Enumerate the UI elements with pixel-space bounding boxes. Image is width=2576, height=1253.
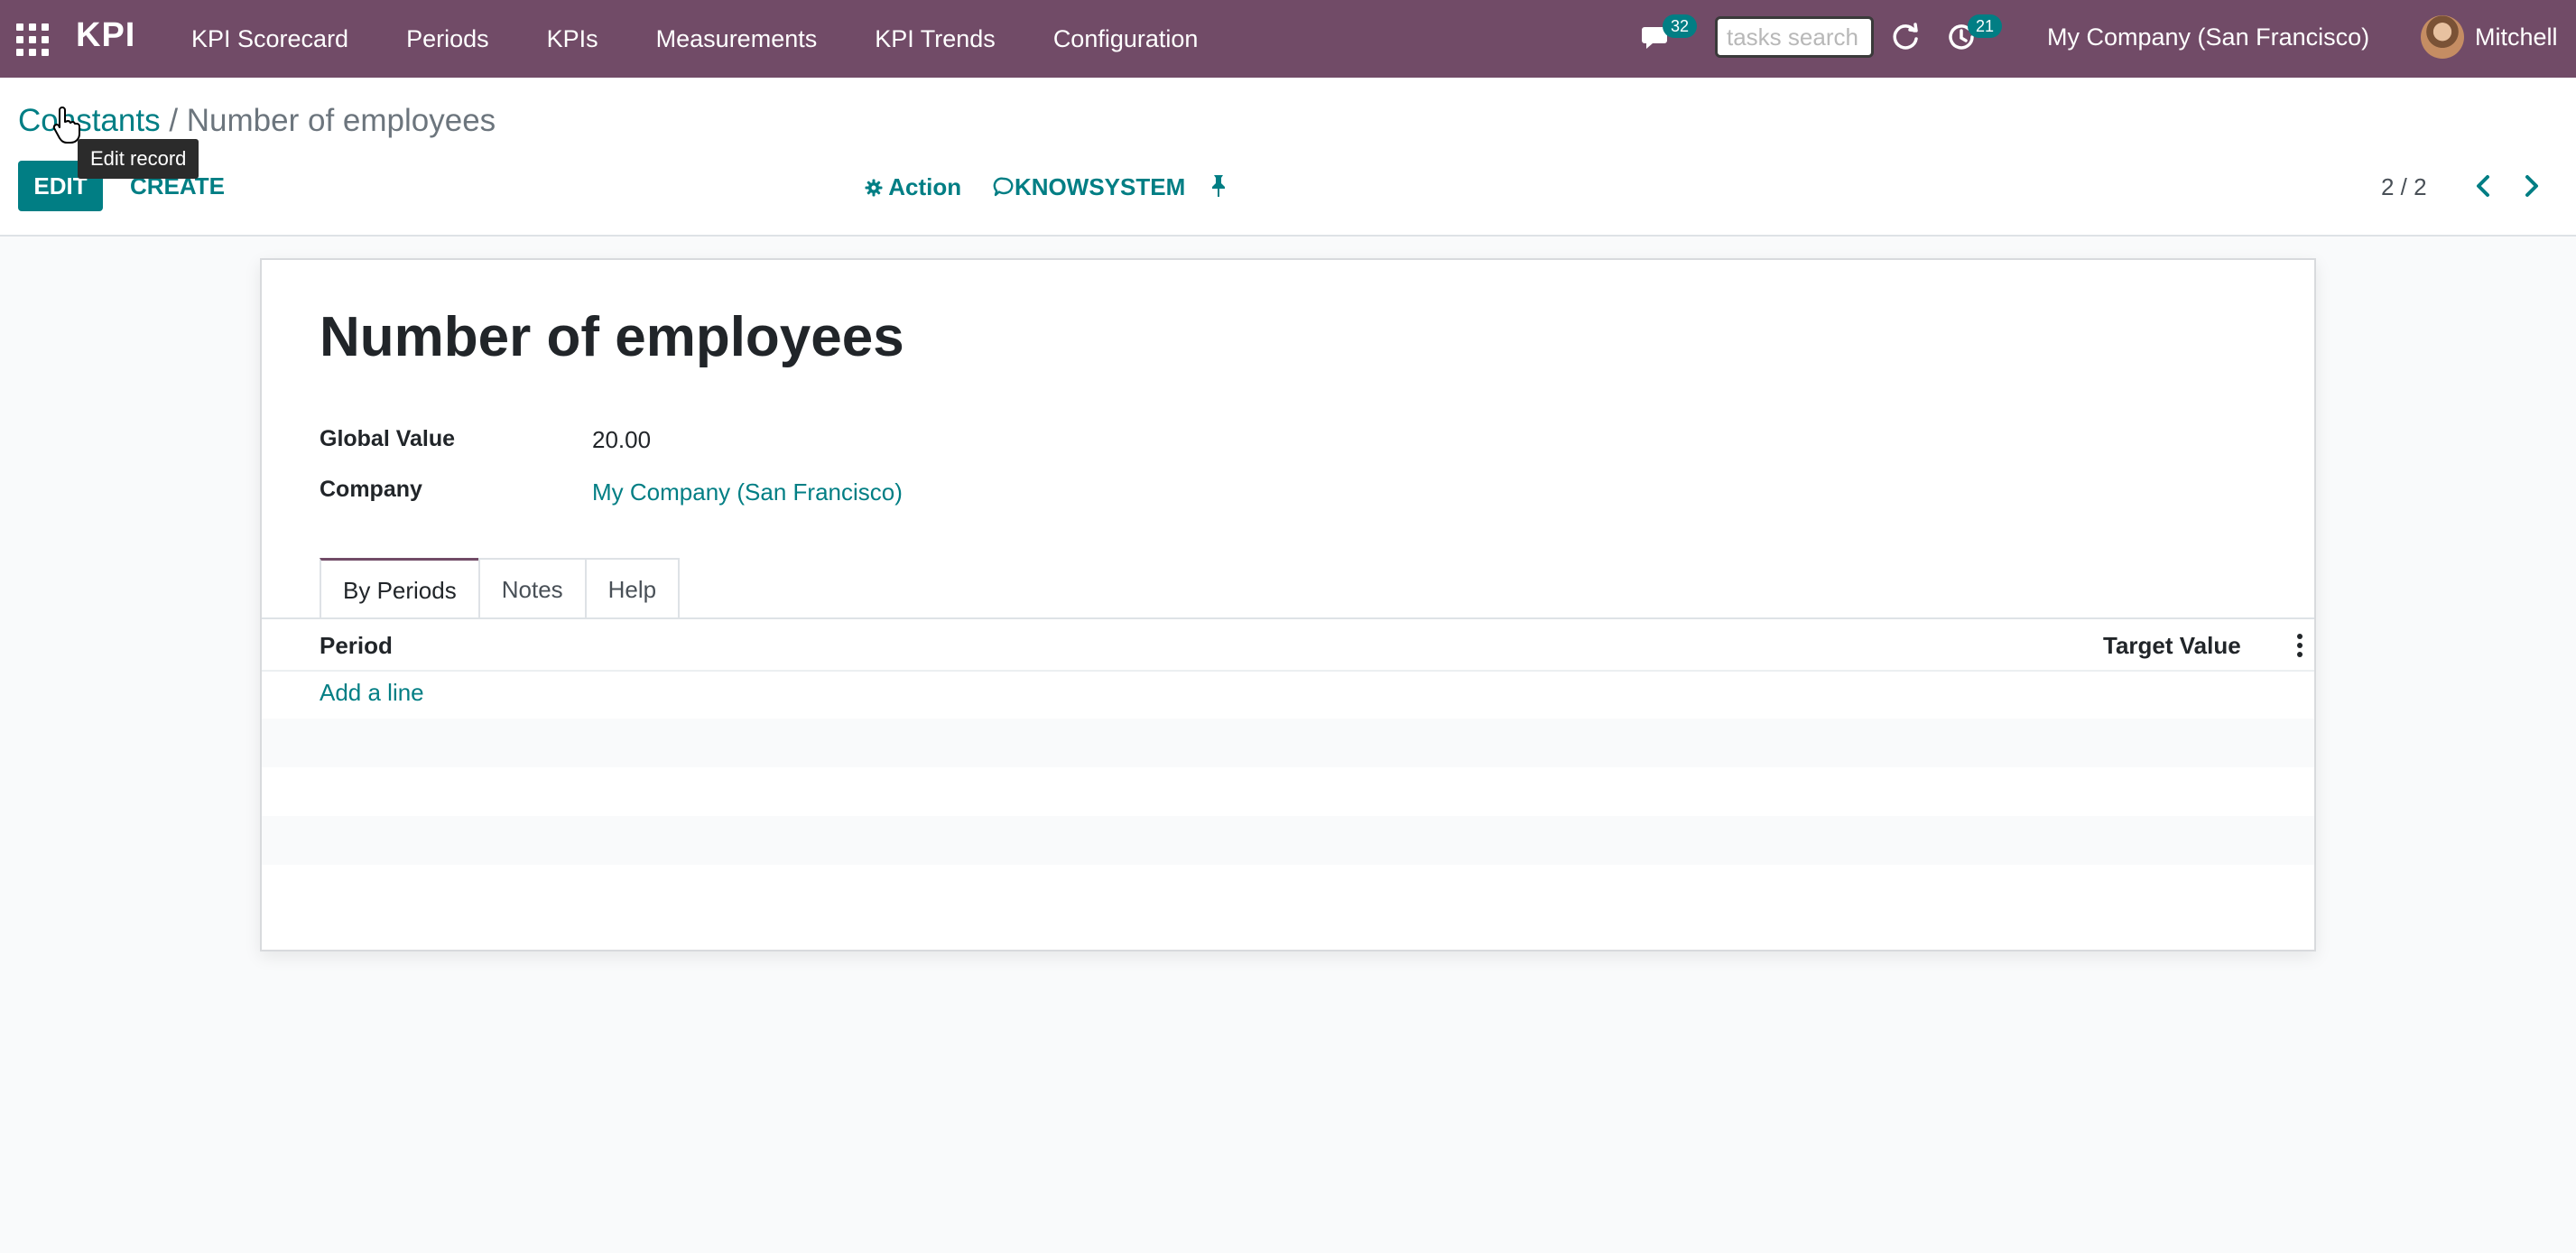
chevron-right-icon[interactable] (2520, 172, 2544, 200)
action-label: Action (888, 173, 962, 200)
notebook-tabs: By Periods Notes Help (320, 558, 681, 619)
knowsystem-label: KNOWSYSTEM (1015, 173, 1186, 200)
optional-columns-icon[interactable] (2296, 634, 2303, 657)
messages-count-badge: 32 (1663, 14, 1698, 38)
user-avatar[interactable] (2421, 15, 2464, 59)
gear-icon (865, 179, 883, 197)
breadcrumb: Constants / Number of employees (18, 103, 496, 139)
menu-item-configuration[interactable]: Configuration (1053, 25, 1199, 53)
top-navbar: KPI KPI Scorecard Periods KPIs Measureme… (0, 0, 2576, 78)
hand-cursor-icon (52, 107, 80, 144)
global-value-label: Global Value (320, 426, 456, 451)
breadcrumb-separator: / (160, 103, 187, 138)
company-switcher[interactable]: My Company (San Francisco) (2047, 23, 2369, 51)
company-label: Company (320, 477, 422, 502)
form-sheet: Number of employees Global Value 20.00 C… (260, 258, 2316, 951)
app-brand[interactable]: KPI (76, 16, 135, 55)
knowsystem-chat-icon (993, 177, 1014, 197)
knowsystem-button[interactable]: KNOWSYSTEM (993, 173, 1185, 201)
menu-item-periods[interactable]: Periods (406, 25, 489, 53)
edit-tooltip: Edit record (78, 139, 199, 179)
list-header: Period Target Value (262, 619, 2314, 672)
pager-value[interactable]: 2 / 2 (2381, 173, 2427, 201)
refresh-icon[interactable] (1890, 22, 1921, 52)
tab-help[interactable]: Help (584, 558, 681, 617)
list-row-empty (262, 719, 2314, 767)
activities-count-badge: 21 (1968, 14, 2003, 38)
menu-item-kpis[interactable]: KPIs (547, 25, 598, 53)
tab-by-periods[interactable]: By Periods (320, 558, 480, 619)
record-title: Number of employees (320, 306, 904, 368)
global-value-field: 20.00 (592, 426, 652, 453)
main-menu: KPI Scorecard Periods KPIs Measurements … (191, 0, 1256, 78)
column-header-target-value[interactable]: Target Value (2103, 632, 2241, 660)
breadcrumb-parent[interactable]: Constants (18, 103, 161, 138)
chevron-left-icon[interactable] (2471, 172, 2495, 200)
add-line-link[interactable]: Add a line (320, 679, 424, 707)
list-row-empty (262, 816, 2314, 865)
user-menu[interactable]: Mitchell (2475, 23, 2558, 51)
menu-item-kpi-scorecard[interactable]: KPI Scorecard (191, 25, 348, 53)
company-field-link[interactable]: My Company (San Francisco) (592, 478, 903, 506)
list-row-add: Add a line (262, 670, 2314, 719)
menu-item-kpi-trends[interactable]: KPI Trends (875, 25, 996, 53)
menu-item-measurements[interactable]: Measurements (656, 25, 818, 53)
list-row-empty (262, 767, 2314, 816)
column-header-period[interactable]: Period (320, 632, 393, 660)
control-panel: Constants / Number of employees EDIT CRE… (0, 78, 2576, 237)
apps-menu-icon[interactable] (16, 23, 49, 56)
breadcrumb-current: Number of employees (186, 103, 496, 138)
pin-icon[interactable] (1208, 173, 1229, 199)
tab-notes[interactable]: Notes (477, 558, 587, 617)
tasks-search-input[interactable] (1715, 16, 1874, 58)
action-menu-button[interactable]: Action (865, 173, 961, 201)
